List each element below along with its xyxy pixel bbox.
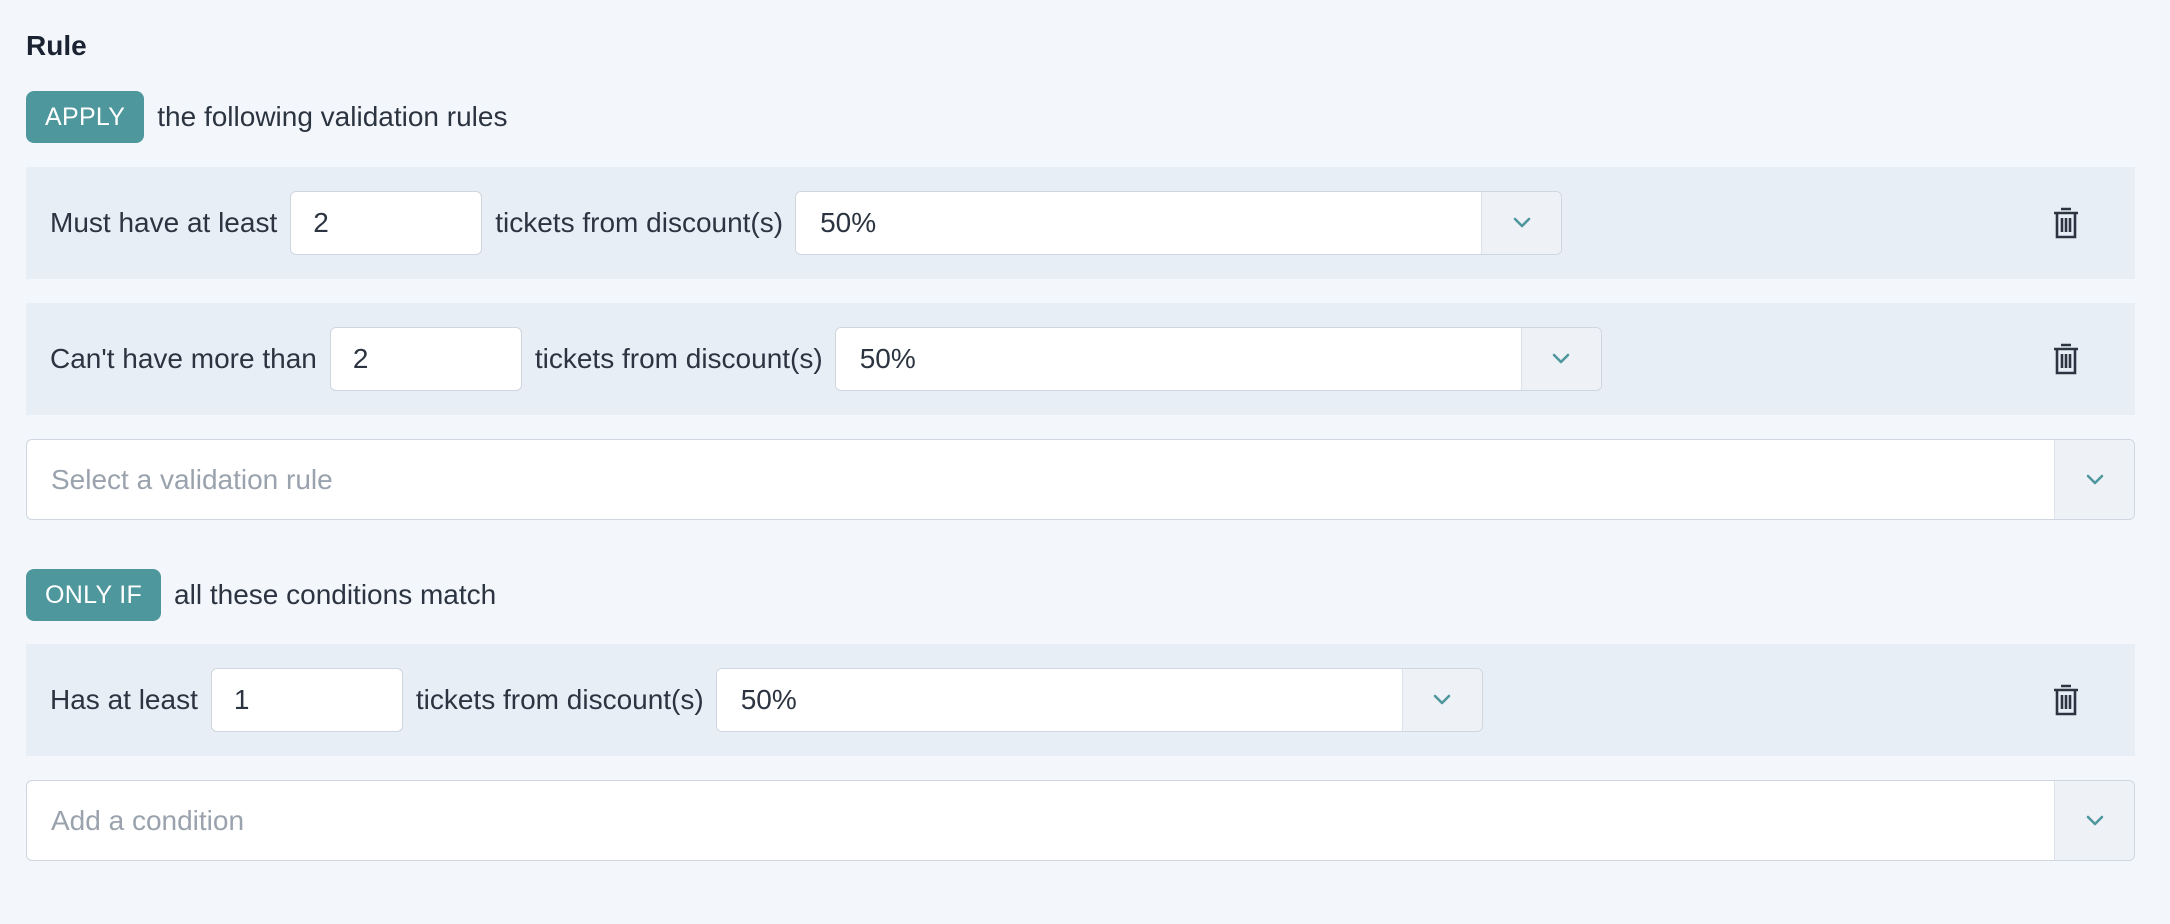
rule-mid-label: tickets from discount(s) xyxy=(495,207,784,238)
delete-rule-button[interactable] xyxy=(2051,342,2081,376)
rule-label: Can't have more than xyxy=(50,343,317,374)
condition-row: Has at least 1 tickets from discount(s) … xyxy=(26,644,2135,756)
validation-rule-placeholder: Select a validation rule xyxy=(51,464,333,495)
delete-condition-button[interactable] xyxy=(2051,683,2081,717)
validation-rule-toggle[interactable] xyxy=(2054,440,2134,519)
discount-select[interactable]: 50% xyxy=(715,668,1483,732)
discount-select-toggle[interactable] xyxy=(1481,192,1562,254)
quantity-input[interactable]: 2 xyxy=(290,191,483,255)
condition-label: Has at least xyxy=(50,684,198,715)
discount-select-toggle[interactable] xyxy=(1520,328,1601,390)
rule-mid-label: tickets from discount(s) xyxy=(534,343,823,374)
trash-icon xyxy=(2054,684,2078,716)
condition-section-header: ONLY IF all these conditions match xyxy=(26,569,496,621)
add-condition-toggle[interactable] xyxy=(2054,781,2134,860)
delete-rule-button[interactable] xyxy=(2051,206,2081,240)
rule-label: Must have at least xyxy=(50,207,278,238)
chevron-down-icon xyxy=(1513,217,1530,228)
chevron-down-icon xyxy=(1552,353,1570,364)
quantity-input[interactable]: 2 xyxy=(329,327,522,391)
condition-section-text: all these conditions match xyxy=(174,579,497,610)
chevron-down-icon xyxy=(2086,474,2103,484)
add-condition-placeholder: Add a condition xyxy=(51,805,245,836)
discount-select-value: 50% xyxy=(716,669,1402,731)
add-condition-select[interactable]: Add a condition xyxy=(26,780,2135,861)
validation-rule-row: Must have at least 2 tickets from discou… xyxy=(26,167,2135,279)
chevron-down-icon xyxy=(2086,815,2103,825)
discount-select-value: 50% xyxy=(835,328,1521,390)
apply-section-text: the following validation rules xyxy=(157,101,508,132)
discount-select[interactable]: 50% xyxy=(834,327,1602,391)
only-if-badge: ONLY IF xyxy=(26,569,162,621)
discount-select[interactable]: 50% xyxy=(795,191,1563,255)
apply-badge: APPLY xyxy=(26,91,145,143)
quantity-input[interactable]: 1 xyxy=(210,668,403,732)
discount-select-toggle[interactable] xyxy=(1401,669,1482,731)
chevron-down-icon xyxy=(1433,694,1451,705)
discount-select-value: 50% xyxy=(796,192,1482,254)
rule-title: Rule xyxy=(26,30,87,61)
condition-mid-label: tickets from discount(s) xyxy=(415,684,704,715)
apply-section-header: APPLY the following validation rules xyxy=(26,91,507,143)
add-validation-rule-select[interactable]: Select a validation rule xyxy=(26,439,2135,520)
trash-icon xyxy=(2054,207,2078,239)
rule-editor: Rule APPLY the following validation rule… xyxy=(0,0,2170,924)
validation-rule-row: Can't have more than 2 tickets from disc… xyxy=(26,303,2135,415)
trash-icon xyxy=(2054,343,2078,375)
